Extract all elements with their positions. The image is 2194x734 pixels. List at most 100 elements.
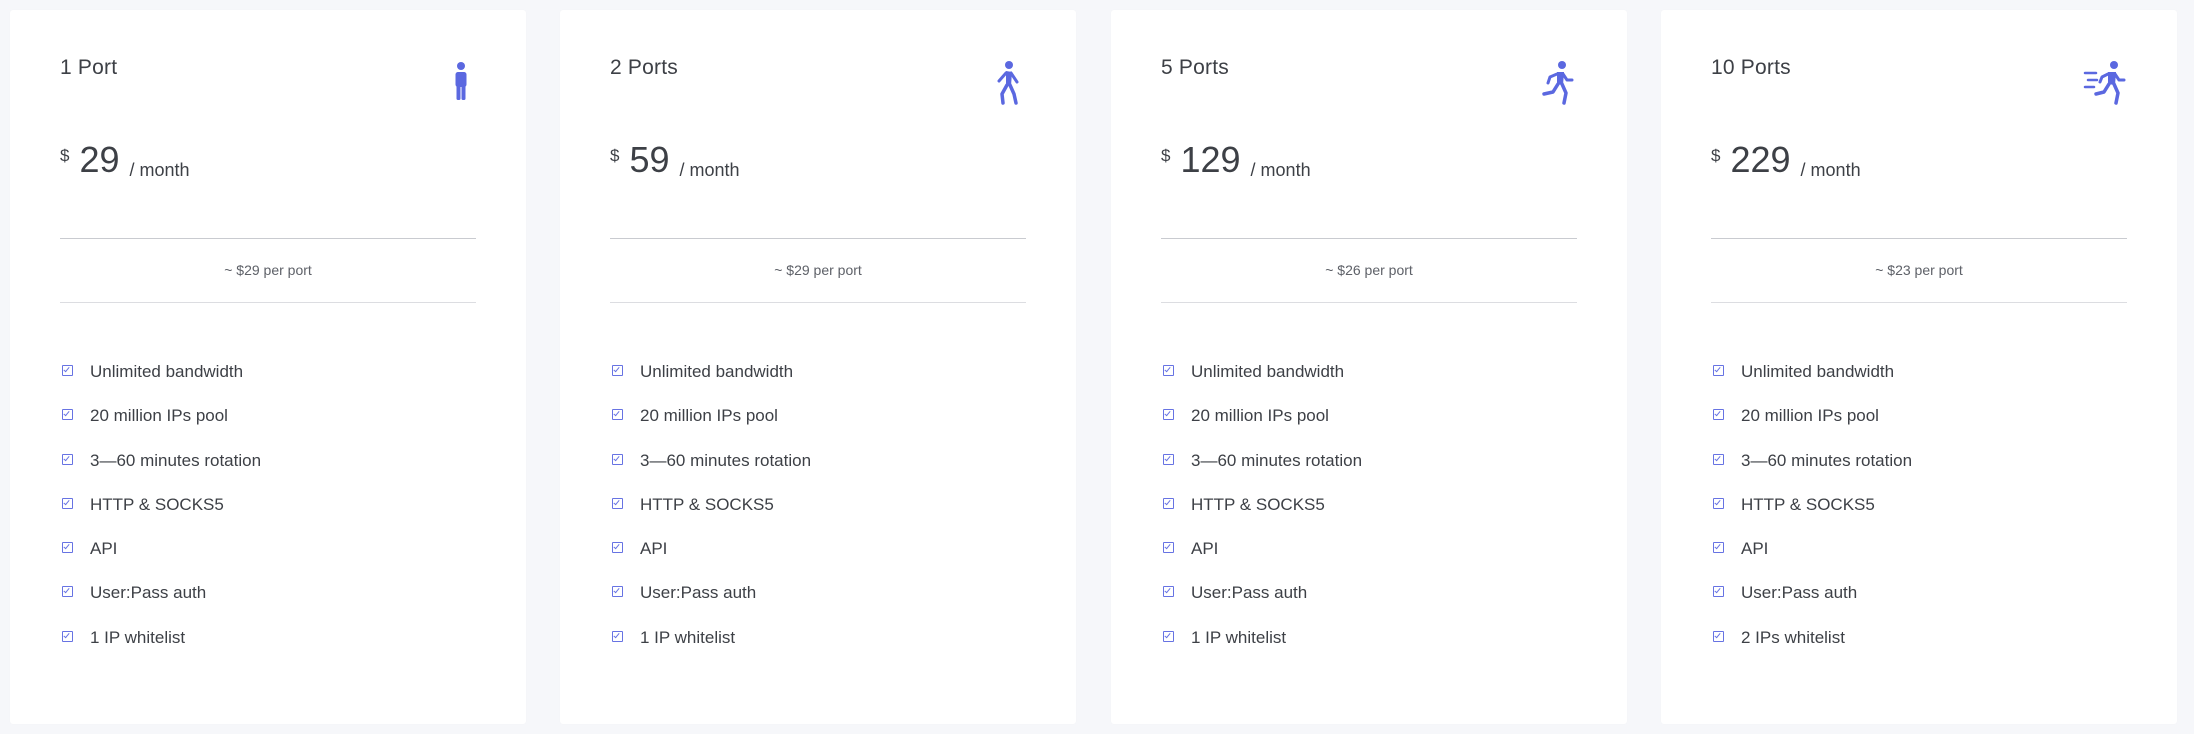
divider	[1161, 238, 1577, 239]
price-currency: $	[1711, 146, 1721, 165]
checkbox-icon	[1713, 542, 1724, 554]
feature-item: 1 IP whitelist	[1161, 628, 1577, 672]
feature-label: API	[1191, 539, 1219, 559]
plan-card-1-port[interactable]: 1 Port $29 / month ~ $29 per port Unlimit…	[10, 10, 526, 724]
feature-label: HTTP & SOCKS5	[1191, 494, 1325, 514]
feature-item: 3—60 minutes rotation	[1161, 451, 1577, 495]
divider	[1161, 302, 1577, 303]
checkbox-icon	[62, 365, 73, 376]
feature-label: HTTP & SOCKS5	[1741, 494, 1875, 514]
feature-item: API	[610, 539, 1026, 583]
checkbox-icon	[1163, 542, 1174, 554]
feature-item: HTTP & SOCKS5	[610, 495, 1026, 539]
checkbox-icon	[62, 586, 73, 598]
plan-title: 5 Ports	[1161, 56, 1229, 79]
feature-item: 20 million IPs pool	[1711, 406, 2127, 450]
feature-list: Unlimited bandwidth 20 million IPs pool …	[610, 362, 1026, 672]
feature-label: 1 IP whitelist	[1191, 627, 1287, 647]
plan-card-5-ports[interactable]: 5 Ports $129 / month ~ $26 per port Unlim…	[1111, 10, 1627, 724]
feature-list: Unlimited bandwidth 20 million IPs pool …	[60, 362, 476, 672]
feature-label: Unlimited bandwidth	[1191, 362, 1345, 381]
checkbox-icon	[62, 453, 73, 465]
checkbox-icon	[612, 586, 623, 598]
feature-item: 1 IP whitelist	[60, 628, 476, 672]
checkbox-icon	[62, 630, 73, 642]
feature-label: Unlimited bandwidth	[1741, 362, 1895, 381]
feature-item: 3—60 minutes rotation	[1711, 451, 2127, 495]
feature-label: User:Pass auth	[90, 583, 207, 603]
price-currency: $	[60, 146, 70, 165]
plan-card-2-ports[interactable]: 2 Ports $59 / month ~ $29 per port Unlimi…	[560, 10, 1076, 724]
checkbox-icon	[1163, 630, 1174, 642]
feature-item: HTTP & SOCKS5	[60, 495, 476, 539]
sprinting-person-icon	[2083, 60, 2127, 108]
feature-label: 1 IP whitelist	[90, 627, 186, 647]
feature-item: Unlimited bandwidth	[610, 362, 1026, 406]
checkbox-icon	[1163, 586, 1174, 598]
feature-item: API	[60, 539, 476, 583]
feature-item: 1 IP whitelist	[610, 628, 1026, 672]
price-period: / month	[129, 160, 190, 180]
feature-label: 20 million IPs pool	[1191, 406, 1329, 426]
feature-list: Unlimited bandwidth 20 million IPs pool …	[1161, 362, 1577, 672]
walking-person-icon	[982, 60, 1026, 108]
feature-label: User:Pass auth	[1741, 583, 1858, 603]
feature-label: 2 IPs whitelist	[1741, 627, 1845, 647]
feature-label: Unlimited bandwidth	[640, 362, 794, 381]
standing-person-icon	[432, 60, 476, 108]
checkbox-icon	[1713, 630, 1724, 642]
checkbox-icon	[1713, 409, 1724, 421]
feature-item: API	[1161, 539, 1577, 583]
plan-title: 1 Port	[60, 56, 118, 79]
feature-item: HTTP & SOCKS5	[1161, 495, 1577, 539]
checkbox-icon	[1713, 497, 1724, 509]
feature-item: Unlimited bandwidth	[1161, 362, 1577, 406]
price: $59 / month	[610, 138, 740, 182]
price-period: / month	[679, 160, 740, 180]
feature-item: User:Pass auth	[610, 583, 1026, 627]
feature-item: HTTP & SOCKS5	[1711, 495, 2127, 539]
feature-label: User:Pass auth	[1191, 583, 1308, 603]
checkbox-icon	[62, 409, 73, 421]
checkbox-icon	[1163, 497, 1174, 509]
price: $129 / month	[1161, 138, 1311, 182]
checkbox-icon	[612, 453, 623, 465]
feature-label: 3—60 minutes rotation	[640, 450, 812, 470]
divider	[610, 238, 1026, 239]
feature-label: 3—60 minutes rotation	[1741, 450, 1913, 470]
feature-item: 2 IPs whitelist	[1711, 628, 2127, 672]
checkbox-icon	[612, 409, 623, 421]
divider	[60, 302, 476, 303]
price-amount: 29	[79, 139, 120, 180]
per-port-price: ~ $23 per port	[1875, 262, 1963, 278]
plan-card-10-ports[interactable]: 10 Ports $229/ month ~ $23 per port Unli…	[1661, 10, 2177, 724]
feature-item: Unlimited bandwidth	[60, 362, 476, 406]
price: $29 / month	[60, 138, 190, 182]
feature-label: 3—60 minutes rotation	[1191, 450, 1363, 470]
per-port-price: ~ $29 per port	[224, 262, 312, 278]
feature-item: User:Pass auth	[1161, 583, 1577, 627]
feature-item: 20 million IPs pool	[60, 406, 476, 450]
feature-label: API	[90, 539, 118, 559]
checkbox-icon	[62, 497, 73, 509]
price: $229 / month	[1711, 138, 1861, 182]
price-amount: 129	[1180, 139, 1241, 180]
checkbox-icon	[1163, 365, 1174, 376]
price-amount: 229	[1730, 139, 1791, 180]
feature-label: API	[640, 539, 668, 559]
divider	[60, 238, 476, 239]
plan-title: 10 Ports	[1711, 56, 1791, 79]
feature-label: Unlimited bandwidth	[90, 362, 244, 381]
feature-item: 20 million IPs pool	[1161, 406, 1577, 450]
feature-list: Unlimited bandwidth 20 million IPs pool …	[1711, 362, 2127, 672]
divider	[610, 302, 1026, 303]
feature-label: 1 IP whitelist	[640, 627, 736, 647]
checkbox-icon	[612, 365, 623, 376]
feature-item: 20 million IPs pool	[610, 406, 1026, 450]
feature-label: 3—60 minutes rotation	[90, 450, 262, 470]
checkbox-icon	[62, 542, 73, 554]
checkbox-icon	[1163, 453, 1174, 465]
feature-item: User:Pass auth	[60, 583, 476, 627]
feature-item: User:Pass auth	[1711, 583, 2127, 627]
checkbox-icon	[612, 542, 623, 554]
